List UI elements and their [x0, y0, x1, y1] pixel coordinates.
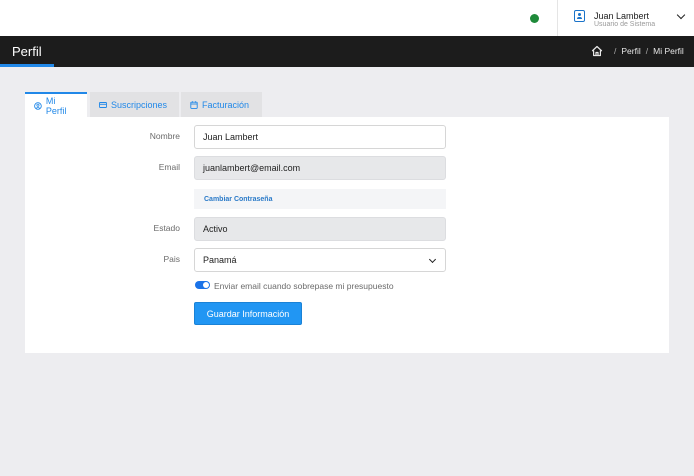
- breadcrumb: / Perfil / Mi Perfil: [614, 46, 684, 56]
- notify-toggle-label: Enviar email cuando sobrepase mi presupu…: [214, 281, 394, 291]
- chevron-down-icon: [428, 255, 437, 264]
- top-bar: Juan Lambert Usuario de Sistema: [0, 0, 694, 36]
- user-circle-icon: [34, 101, 42, 110]
- user-role: Usuario de Sistema: [594, 21, 656, 28]
- home-icon[interactable]: [591, 45, 603, 57]
- breadcrumb-item-mi-perfil: Mi Perfil: [653, 46, 684, 56]
- status-dot-icon: [530, 14, 539, 23]
- user-name[interactable]: Juan Lambert: [594, 11, 649, 21]
- tab-facturacion[interactable]: Facturación: [181, 92, 262, 117]
- chevron-down-icon[interactable]: [676, 10, 686, 20]
- calendar-icon: [190, 100, 198, 109]
- estado-label: Estado: [153, 223, 180, 233]
- pais-label: Pais: [163, 254, 180, 264]
- pais-select-value: Panamá: [203, 255, 237, 265]
- nombre-label: Nombre: [149, 131, 180, 141]
- estado-input: Activo: [194, 217, 446, 241]
- notify-toggle[interactable]: [195, 281, 210, 289]
- user-badge-icon[interactable]: [574, 10, 585, 22]
- tab-suscripciones[interactable]: Suscripciones: [90, 92, 179, 117]
- save-button[interactable]: Guardar Información: [194, 302, 302, 325]
- email-input: juanlambert@email.com: [194, 156, 446, 180]
- divider: [557, 0, 558, 36]
- page-header: Perfil / Perfil / Mi Perfil: [0, 36, 694, 67]
- tab-mi-perfil[interactable]: Mi Perfil: [25, 92, 87, 117]
- page-title: Perfil: [12, 44, 42, 59]
- title-underline: [0, 64, 54, 67]
- tab-label: Mi Perfil: [45, 95, 67, 116]
- nombre-input[interactable]: Juan Lambert: [194, 125, 446, 149]
- card-icon: [99, 101, 107, 108]
- pais-select[interactable]: Panamá: [194, 248, 446, 272]
- breadcrumb-item-perfil[interactable]: Perfil: [621, 46, 640, 56]
- tab-label: Suscripciones: [111, 99, 168, 110]
- change-password-button[interactable]: Cambiar Contraseña: [194, 189, 446, 209]
- tab-label: Facturación: [202, 99, 250, 110]
- email-label: Email: [158, 162, 180, 172]
